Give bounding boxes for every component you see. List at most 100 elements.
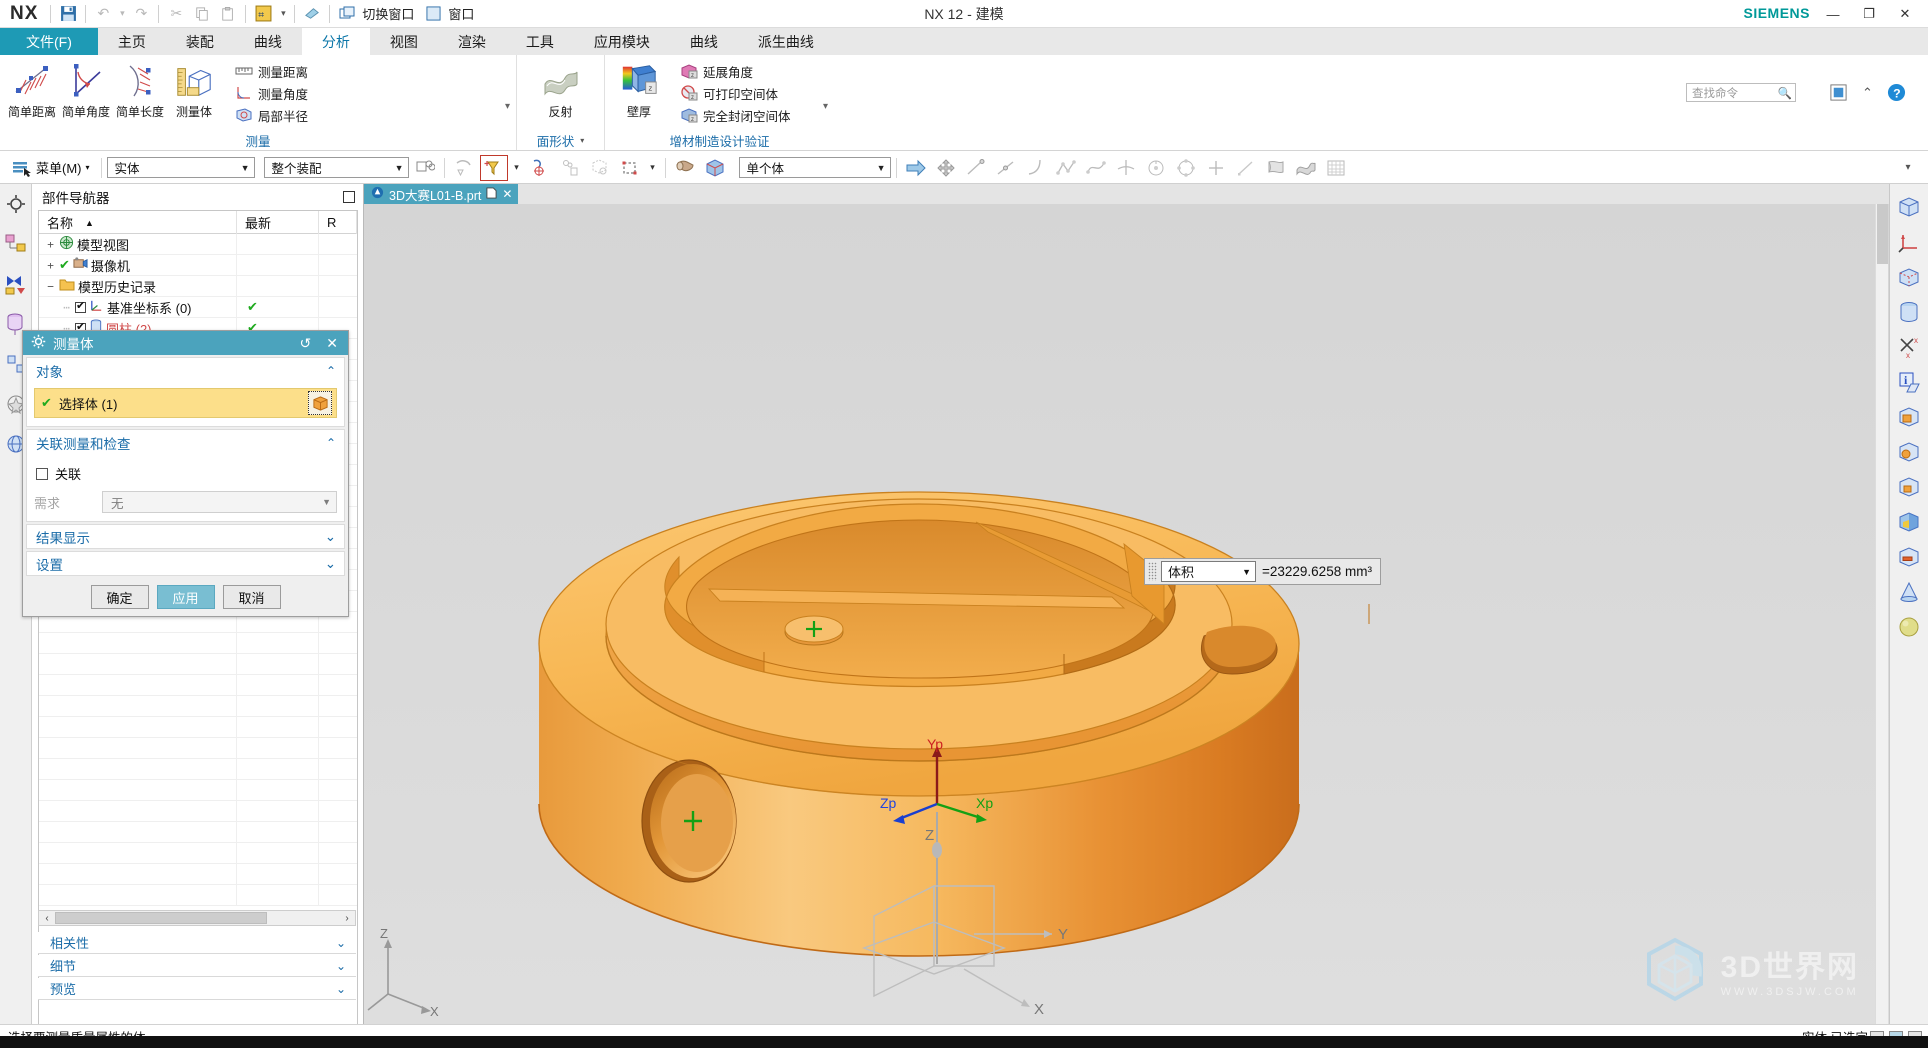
simple-angle-button[interactable]: 简单角度: [60, 57, 112, 120]
cone-icon[interactable]: [1896, 579, 1922, 605]
assembly-navigator-icon[interactable]: [4, 232, 28, 256]
paste-icon[interactable]: [215, 2, 241, 26]
tab-assembly[interactable]: 装配: [166, 28, 234, 55]
measure-icon[interactable]: ⌗: [250, 2, 276, 26]
paint-icon[interactable]: [299, 2, 325, 26]
section-objects-header[interactable]: 对象 ⌃: [27, 358, 344, 383]
cancel-button[interactable]: 取消: [222, 585, 281, 609]
select-filter-reset-icon[interactable]: [450, 155, 478, 181]
filter-dropdown-icon[interactable]: ▾: [510, 155, 524, 181]
section-details[interactable]: 细节 ⌄: [38, 955, 356, 977]
scroll-thumb[interactable]: [1877, 204, 1888, 264]
command-search-box[interactable]: 查找命令 🔍: [1686, 83, 1796, 102]
measure-angle-button[interactable]: 测量角度: [230, 82, 312, 104]
next-arrow-icon[interactable]: [902, 155, 930, 181]
section-associative-header[interactable]: 关联测量和检查 ⌃: [27, 430, 344, 455]
scope-filter-combo[interactable]: 整个装配 ▼: [263, 157, 409, 178]
requirement-combo[interactable]: 无 ▼: [102, 491, 337, 513]
associative-checkbox-row[interactable]: 关联: [36, 464, 337, 483]
selection-filter-icon[interactable]: [479, 154, 508, 181]
undo-dropdown-icon[interactable]: ▾: [116, 2, 128, 26]
move-object-icon[interactable]: [932, 155, 960, 181]
sheet-body-icon[interactable]: [1292, 155, 1320, 181]
expander-icon[interactable]: −: [45, 280, 56, 293]
column-name[interactable]: 名称 ▲: [39, 211, 237, 234]
chevron-down-icon[interactable]: ▼: [877, 163, 886, 173]
save-icon[interactable]: [55, 2, 81, 26]
body-section-icon[interactable]: [1896, 509, 1922, 535]
snap-point-icon[interactable]: [526, 155, 554, 181]
tab-curve2[interactable]: 曲线: [670, 28, 738, 55]
polyline-icon[interactable]: [1052, 155, 1080, 181]
tab-render[interactable]: 渲染: [438, 28, 506, 55]
search-icon[interactable]: 🔍: [1778, 86, 1792, 100]
chevron-down-icon[interactable]: ▾: [580, 136, 584, 145]
cad-model-canvas[interactable]: Yp Zp Xp Z Y X Z X: [364, 204, 1889, 1024]
undo-icon[interactable]: ↶: [90, 2, 116, 26]
chevron-up-icon[interactable]: ⌃: [326, 436, 336, 450]
scroll-right-icon[interactable]: ›: [339, 913, 355, 924]
local-radius-button[interactable]: 局部半径: [230, 104, 312, 126]
document-tab[interactable]: 3D大赛L01-B.prt ✕: [364, 184, 519, 204]
scroll-thumb[interactable]: [55, 912, 267, 924]
body-sphere-icon[interactable]: [1896, 439, 1922, 465]
constraint-navigator-icon[interactable]: [4, 272, 28, 296]
body-orange-icon[interactable]: [1896, 404, 1922, 430]
body-face-icon[interactable]: [1896, 474, 1922, 500]
measure-body-button[interactable]: 测量体: [168, 57, 220, 120]
edge-icon[interactable]: [1232, 155, 1260, 181]
point-on-body-icon[interactable]: [586, 155, 614, 181]
close-icon[interactable]: ✕: [502, 187, 512, 201]
spline-icon[interactable]: [1082, 155, 1110, 181]
expander-icon[interactable]: +: [45, 259, 56, 272]
window-icon[interactable]: [420, 2, 446, 26]
close-button[interactable]: ✕: [1888, 1, 1922, 27]
line-midpoint-icon[interactable]: [992, 155, 1020, 181]
section-relations[interactable]: 相关性 ⌄: [38, 932, 356, 954]
shaded-view-icon[interactable]: [671, 155, 699, 181]
chevron-down-icon[interactable]: ⌄: [325, 529, 336, 545]
body-slot-icon[interactable]: [1896, 544, 1922, 570]
minimize-button[interactable]: —: [1816, 1, 1850, 27]
measure-xyz-icon[interactable]: xx: [1896, 334, 1922, 360]
chevron-up-icon[interactable]: ⌃: [326, 364, 336, 378]
graphics-viewport[interactable]: Yp Zp Xp Z Y X Z X 体积 ▼ =23229.6258 mm³ …: [364, 204, 1889, 1024]
simple-distance-button[interactable]: 简单距离: [6, 57, 58, 120]
measure-dropdown-icon[interactable]: ▾: [276, 2, 290, 26]
expander-icon[interactable]: +: [45, 238, 56, 251]
tree-row-datum-csys[interactable]: ⋯ 基准坐标系 (0) ✔: [39, 296, 357, 318]
measure-group-expand-icon[interactable]: ▾: [505, 101, 510, 112]
toolbar-overflow-icon[interactable]: ▾: [1894, 155, 1922, 181]
printable-volume-button[interactable]: z 可打印空间体: [675, 82, 795, 104]
switch-window-icon[interactable]: [334, 2, 360, 26]
csys-icon[interactable]: [1896, 229, 1922, 255]
apply-button[interactable]: 应用: [156, 585, 215, 609]
tab-home[interactable]: 主页: [98, 28, 166, 55]
visibility-checkbox[interactable]: [75, 299, 86, 313]
select-body-icon[interactable]: [308, 391, 332, 415]
column-r[interactable]: R: [319, 211, 357, 234]
tree-horizontal-scrollbar[interactable]: ‹ ›: [38, 910, 356, 926]
chevron-down-icon[interactable]: ⌄: [336, 936, 346, 950]
solid-body-icon[interactable]: [1896, 194, 1922, 220]
am-group-expand-icon[interactable]: ▾: [823, 101, 828, 112]
restore-button[interactable]: ❐: [1852, 1, 1886, 27]
chevron-down-icon[interactable]: ⌄: [336, 982, 346, 996]
measure-distance-button[interactable]: 测量距离: [230, 60, 312, 82]
single-body-combo[interactable]: 单个体 ▼: [738, 157, 891, 178]
tree-row-cameras[interactable]: + ✔ 摄像机: [39, 254, 357, 276]
dialog-close-icon[interactable]: ✕: [322, 335, 342, 352]
graphics-vertical-scrollbar[interactable]: [1875, 204, 1888, 1024]
tab-view[interactable]: 视图: [370, 28, 438, 55]
arc-icon[interactable]: [1022, 155, 1050, 181]
measurement-callout[interactable]: 体积 ▼ =23229.6258 mm³: [1144, 558, 1381, 585]
chevron-down-icon[interactable]: ⌄: [336, 959, 346, 973]
redo-icon[interactable]: ↷: [128, 2, 154, 26]
dialog-reset-icon[interactable]: ↺: [296, 335, 316, 352]
datum-plane-icon[interactable]: [1112, 155, 1140, 181]
draft-angle-button[interactable]: z 延展角度: [675, 60, 795, 82]
dialog-section-result-display[interactable]: 结果显示 ⌄: [26, 524, 345, 549]
ribbon-group-am-title[interactable]: 增材制造设计验证: [611, 131, 828, 150]
rectangle-select-dropdown-icon[interactable]: ▾: [646, 155, 660, 181]
tab-applications[interactable]: 应用模块: [574, 28, 670, 55]
